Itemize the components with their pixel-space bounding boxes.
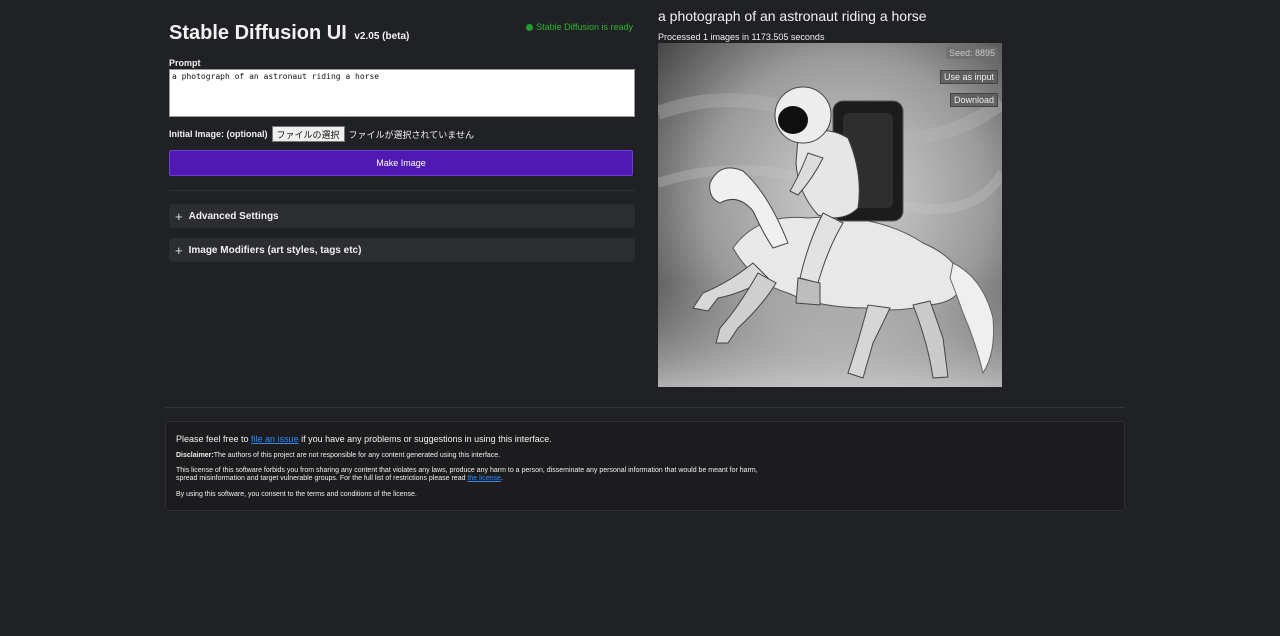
plus-icon: + [175, 242, 183, 258]
file-status-text: ファイルが選択されていません [348, 130, 474, 141]
footer-text: if you have any problems or suggestions … [298, 434, 552, 444]
prompt-input[interactable] [169, 69, 635, 117]
seed-label: Seed: 8895 [945, 47, 998, 59]
image-modifiers-label: Image Modifiers (art styles, tags etc) [188, 244, 362, 256]
initial-image-label: Initial Image: (optional) [169, 129, 268, 139]
plus-icon: + [175, 208, 183, 224]
disclaimer-label: Disclaimer: [176, 452, 214, 459]
choose-file-button[interactable]: ファイルの選択 [271, 126, 345, 142]
status-indicator: Stable Diffusion is ready [526, 22, 633, 32]
prompt-label: Prompt [169, 58, 201, 68]
generated-image-container: Seed: 8895 Use as input Download [658, 43, 1002, 387]
status-text: Stable Diffusion is ready [536, 22, 633, 32]
app-version: v2.05 (beta) [354, 31, 410, 42]
disclaimer-text: The authors of this project are not resp… [213, 452, 501, 459]
app-title-text: Stable Diffusion UI [169, 22, 347, 44]
output-panel: a photograph of an astronaut riding a ho… [658, 8, 1002, 387]
output-prompt: a photograph of an astronaut riding a ho… [658, 8, 927, 24]
output-meta: Processed 1 images in 1173.505 seconds [658, 32, 825, 42]
footer-feedback: Please feel free to file an issue if you… [176, 434, 1114, 444]
file-issue-link[interactable]: file an issue [251, 434, 299, 444]
footer-divider [165, 407, 1125, 408]
make-image-button[interactable]: Make Image [169, 150, 633, 176]
advanced-settings-toggle[interactable]: + Advanced Settings [169, 204, 635, 228]
advanced-settings-label: Advanced Settings [188, 210, 279, 222]
license-link[interactable]: the license [467, 475, 500, 482]
footer-text: Please feel free to [176, 434, 252, 444]
consent-text: By using this software, you consent to t… [176, 491, 417, 498]
use-as-input-button[interactable]: Use as input [939, 70, 998, 84]
license-notice: This license of this software forbids yo… [176, 467, 776, 483]
footer: Please feel free to file an issue if you… [165, 421, 1125, 511]
image-modifiers-toggle[interactable]: + Image Modifiers (art styles, tags etc) [169, 238, 635, 262]
disclaimer: Disclaimer:The authors of this project a… [176, 452, 1114, 459]
left-panel: Stable Diffusion UI v2.05 (beta) Stable … [169, 18, 635, 262]
status-dot-icon [526, 23, 534, 31]
initial-image-row: Initial Image: (optional) ファイルの選択 ファイルが選… [169, 126, 635, 142]
divider [169, 190, 635, 191]
header: Stable Diffusion UI v2.05 (beta) Stable … [169, 18, 635, 52]
license-end: . [500, 475, 503, 482]
download-button[interactable]: Download [949, 93, 998, 107]
app-title: Stable Diffusion UI v2.05 (beta) [169, 22, 409, 45]
